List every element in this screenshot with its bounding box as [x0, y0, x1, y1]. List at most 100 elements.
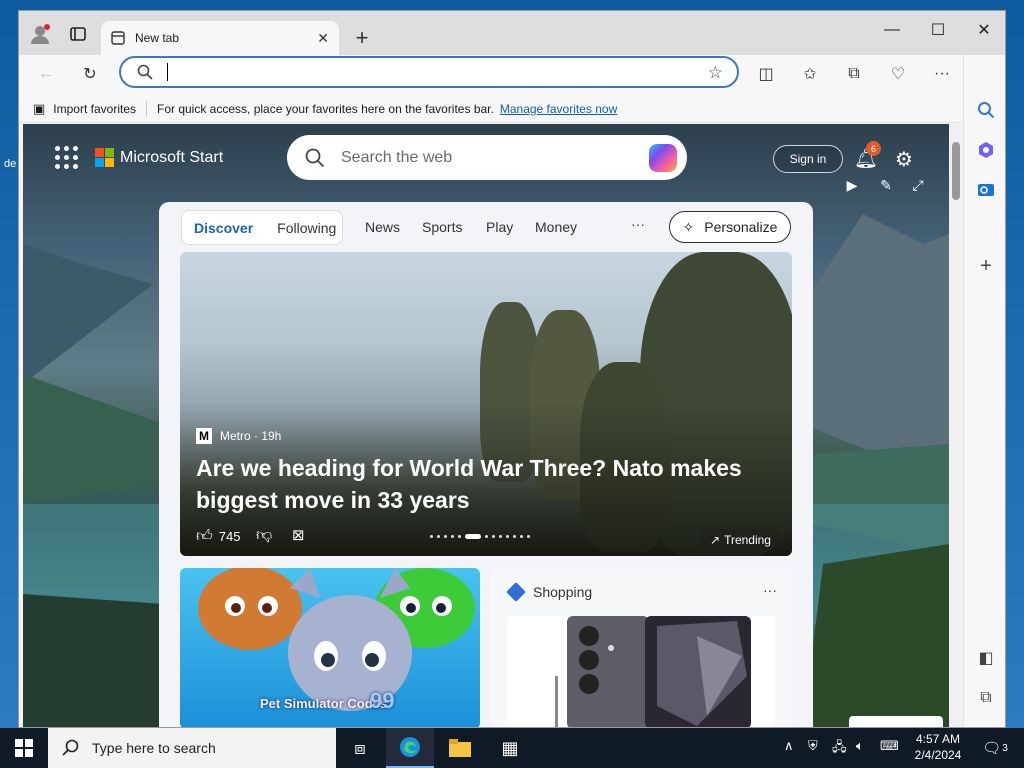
search-placeholder: Search the web — [341, 148, 453, 166]
browser-window: New tab ✕ + — ☐ ✕ ← ↻ ☆ ◫ ✩ ⧉ ♡ ··· ▣ Im… — [18, 10, 1006, 728]
game-number: 99 — [370, 688, 395, 713]
taskbar-search-box[interactable]: Type here to search — [48, 728, 336, 768]
address-input[interactable] — [167, 63, 168, 81]
windows-logo-icon — [15, 739, 33, 757]
refresh-button[interactable]: ↻ — [75, 59, 105, 89]
close-window-button[interactable]: ✕ — [961, 15, 1005, 45]
trending-badge: ↗ Trending — [702, 529, 779, 551]
notification-center-icon[interactable]: 🗨︎ 3 — [980, 736, 1010, 760]
sign-in-button[interactable]: Sign in — [773, 145, 843, 173]
close-tab-icon[interactable]: ✕ — [317, 30, 329, 47]
personalize-icon: ✧ — [682, 218, 695, 235]
start-button[interactable] — [0, 728, 48, 768]
shopping-more-icon[interactable]: ··· — [763, 582, 777, 598]
shopping-tag-icon — [506, 582, 526, 602]
volume-icon[interactable]: 🔈︎ — [856, 738, 864, 754]
web-search-box[interactable]: Search the web — [287, 135, 687, 180]
clock-time: 4:57 AM — [915, 732, 961, 746]
edge-sidebar: + ◧ ⧉ ⚙ — [963, 55, 1005, 727]
import-favorites-button[interactable]: ▣ Import favorites — [33, 100, 147, 117]
toolbar: ← ↻ ☆ ◫ ✩ ⧉ ♡ ··· — [19, 55, 1005, 95]
tab-new-tab[interactable]: New tab ✕ — [101, 21, 339, 55]
game-card[interactable]: Pet Simulator Codes 99 — [180, 568, 480, 727]
feedback-button[interactable] — [849, 716, 943, 727]
hide-story-icon[interactable]: ⊠ — [292, 526, 305, 544]
product-image[interactable] — [507, 616, 775, 727]
hero-headline[interactable]: Are we heading for World War Three? Nato… — [196, 452, 766, 516]
feed-tab-group: Discover Following — [181, 210, 343, 245]
address-bar[interactable]: ☆ — [119, 56, 739, 88]
app-launcher-icon[interactable] — [55, 146, 79, 170]
page-settings-gear-icon[interactable]: ⚙ — [891, 146, 917, 172]
new-tab-button[interactable]: + — [347, 23, 377, 53]
source-label: Metro · 19h — [220, 429, 282, 443]
back-button[interactable]: ← — [31, 59, 61, 89]
personalize-label: Personalize — [704, 219, 778, 235]
tab-discover[interactable]: Discover — [182, 220, 265, 236]
title-bar: New tab ✕ + — ☐ ✕ — [19, 11, 1005, 55]
maximize-button[interactable]: ☐ — [915, 15, 961, 45]
minimize-button[interactable]: — — [869, 15, 915, 45]
shopping-card[interactable]: Shopping ··· — [491, 568, 793, 727]
scrollbar-thumb[interactable] — [952, 142, 960, 200]
keyboard-icon[interactable]: ⌨ — [880, 738, 899, 754]
hero-news-card[interactable]: M Metro · 19h Are we heading for World W… — [180, 252, 792, 556]
sidebar-settings-icon[interactable]: ⚙ — [971, 719, 1001, 727]
split-screen-icon[interactable]: ◫ — [751, 59, 781, 89]
thumbs-up-icon: 👍︎ — [196, 528, 213, 545]
tab-label: New tab — [135, 31, 180, 45]
search-icon — [305, 148, 325, 167]
page-scrollbar[interactable] — [949, 124, 963, 727]
manage-favorites-link[interactable]: Manage favorites now — [500, 102, 617, 116]
personalize-button[interactable]: ✧ Personalize — [669, 211, 791, 243]
new-tab-page-icon — [111, 31, 125, 45]
clock-date: 2/4/2024 — [914, 748, 962, 762]
shopping-title: Shopping — [533, 584, 593, 600]
nav-news[interactable]: News — [365, 219, 400, 235]
sidebar-open-external-icon[interactable]: ⧉ — [971, 683, 1001, 713]
taskbar-search-placeholder: Type here to search — [92, 740, 216, 756]
game-title: Pet Simulator Codes — [260, 696, 388, 711]
import-icon: ▣ — [33, 100, 46, 116]
tab-following[interactable]: Following — [265, 220, 348, 236]
metro-logo-icon: M — [196, 428, 212, 444]
play-video-icon[interactable]: ▶ — [841, 174, 863, 196]
profile-icon[interactable] — [23, 17, 57, 51]
thumbs-down-icon[interactable]: 👎︎ — [256, 526, 272, 545]
favorite-star-icon[interactable]: ☆ — [708, 63, 723, 83]
security-icon[interactable]: ⛨ — [808, 738, 818, 754]
trending-arrow-icon: ↗ — [710, 533, 721, 547]
copilot-search-icon[interactable] — [649, 144, 677, 172]
favorites-bar: ▣ Import favorites For quick access, pla… — [19, 95, 1005, 123]
like-count: 745 — [218, 529, 241, 544]
nav-money[interactable]: Money — [535, 219, 577, 235]
like-button[interactable]: 👍︎ 745 — [196, 527, 240, 546]
show-hidden-icons[interactable]: ∧ — [784, 738, 794, 754]
task-view-icon[interactable]: ⧈ — [336, 728, 384, 768]
taskbar: Type here to search ⧈ ▦ ∧ ⛨ 🖧︎ 🔈︎ ⌨ 4:57… — [0, 728, 1024, 768]
more-nav-icon[interactable]: ··· — [631, 216, 645, 232]
sidebar-copilot-icon[interactable] — [971, 135, 1001, 165]
app-taskbar-icon[interactable]: ▦ — [486, 728, 534, 768]
file-explorer-icon[interactable] — [436, 728, 484, 768]
nav-sports[interactable]: Sports — [422, 219, 462, 235]
browser-essentials-icon[interactable]: ♡ — [883, 59, 913, 89]
network-icon[interactable]: 🖧︎ — [832, 738, 847, 760]
edge-taskbar-icon[interactable] — [386, 728, 434, 768]
nav-play[interactable]: Play — [486, 219, 513, 235]
microsoft-logo-icon — [95, 148, 114, 167]
sidebar-add-icon[interactable]: + — [971, 251, 1001, 281]
tab-actions-icon[interactable] — [61, 17, 95, 51]
collections-icon[interactable]: ⧉ — [839, 59, 869, 89]
favorites-icon[interactable]: ✩ — [795, 59, 825, 89]
sidebar-hide-icon[interactable]: ◧ — [971, 643, 1001, 673]
settings-more-icon[interactable]: ··· — [927, 59, 957, 89]
sidebar-search-icon[interactable] — [971, 95, 1001, 125]
edit-background-icon[interactable]: ✎ — [875, 174, 897, 196]
microsoft-start-logo[interactable]: Microsoft Start — [95, 148, 223, 167]
desktop-icon-label[interactable]: de — [4, 158, 16, 170]
expand-icon[interactable]: ⤢ — [907, 174, 929, 196]
sidebar-outlook-icon[interactable] — [971, 175, 1001, 205]
taskbar-clock[interactable]: 4:57 AM 2/4/2024 — [898, 731, 978, 763]
carousel-dots[interactable] — [430, 534, 530, 539]
